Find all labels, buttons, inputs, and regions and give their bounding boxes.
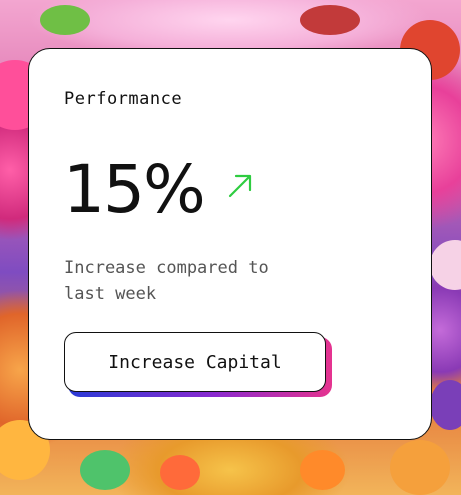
metric-description: Increase compared to last week [64, 258, 269, 304]
metric-value: 15% [63, 151, 206, 228]
candy-decoration [40, 5, 90, 35]
candy-decoration [390, 440, 450, 495]
candy-decoration [80, 450, 130, 490]
increase-capital-button-wrap: Increase Capital [64, 332, 332, 397]
increase-capital-button[interactable]: Increase Capital [64, 332, 326, 392]
arrow-up-right-icon [228, 174, 251, 198]
card-title: Performance [64, 89, 183, 109]
candy-decoration [300, 450, 345, 490]
candy-decoration [160, 455, 200, 490]
performance-card: Performance 15% Increase compared to las… [28, 48, 432, 440]
candy-decoration [430, 240, 461, 290]
candy-decoration [300, 5, 360, 35]
candy-decoration [430, 380, 461, 430]
metric-row: 15% [63, 157, 254, 223]
